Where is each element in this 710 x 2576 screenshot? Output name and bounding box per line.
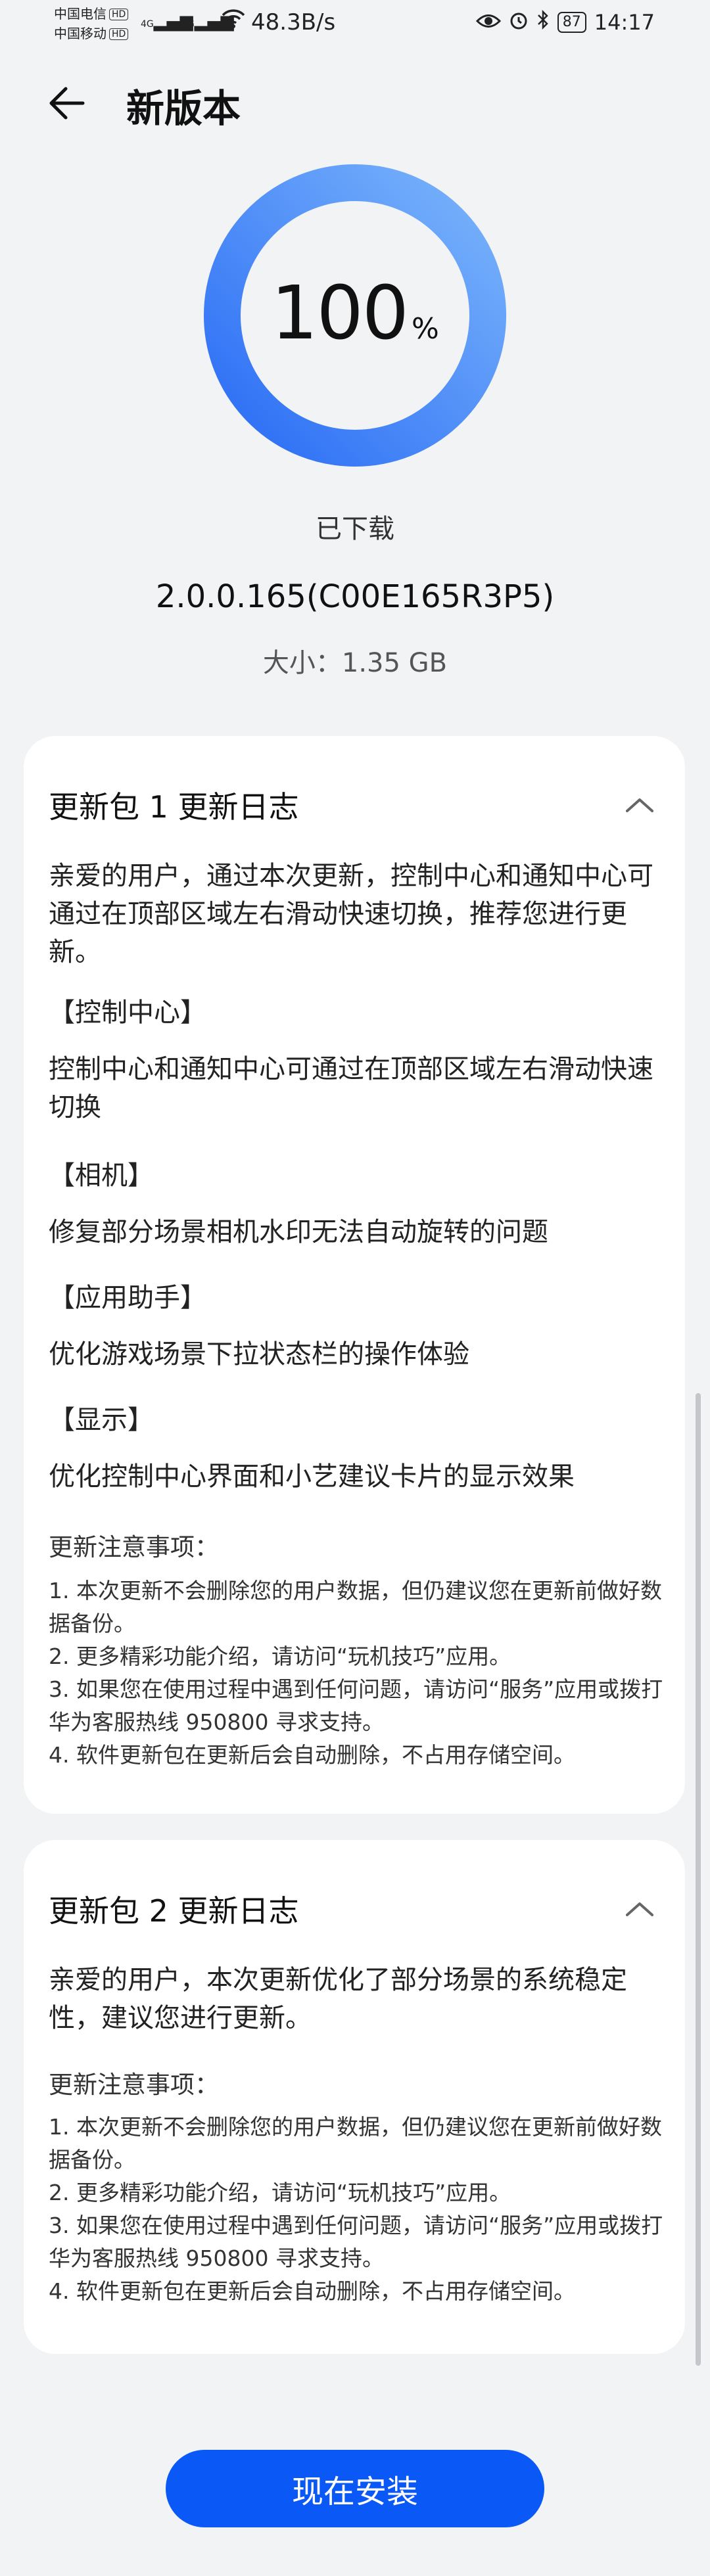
version-number: 2.0.0.165(C00E165R3P5) [155,578,555,615]
note-item: 2. 更多精彩功能介绍，请访问“玩机技巧”应用。 [49,2180,511,2205]
note-item: 1. 本次更新不会删除您的用户数据，但仍建议您在更新前做好数据备份。 [49,2114,662,2173]
card-title: 更新包 1 更新日志 [49,789,299,825]
note-item: 2. 更多精彩功能介绍，请访问“玩机技巧”应用。 [49,1644,511,1669]
download-status: 已下载 [316,514,394,544]
install-now-button[interactable]: 现在安装 [166,2450,544,2527]
section-heading: 【相机】 [49,1161,154,1191]
notes-list: 1. 本次更新不会删除您的用户数据，但仍建议您在更新前做好数据备份。 2. 更多… [49,1575,664,1772]
hd-badge: HD [109,9,129,20]
percent-symbol: % [411,312,439,346]
note-item: 3. 如果您在使用过程中遇到任何问题，请访问“服务”应用或拨打华为客服热线 95… [49,2213,663,2271]
status-icons: 87 14:17 [475,9,655,35]
section-heading: 【控制中心】 [49,998,206,1028]
carrier-1: 中国电信 [54,6,106,22]
alarm-icon [509,9,529,35]
hd-badge: HD [109,28,129,40]
notes-list: 1. 本次更新不会删除您的用户数据，但仍建议您在更新前做好数据备份。 2. 更多… [49,2111,664,2308]
progress-percent: 100% [202,271,508,356]
wifi-icon [221,8,246,34]
update-intro: 亲爱的用户，本次更新优化了部分场景的系统稳定性，建议您进行更新。 [49,1965,627,2033]
note-item: 4. 软件更新包在更新后会自动删除，不占用存储空间。 [49,2278,575,2304]
note-item: 3. 如果您在使用过程中遇到任何问题，请访问“服务”应用或拨打华为客服热线 95… [49,1676,663,1735]
eye-icon [475,10,501,35]
notes-title: 更新注意事项： [49,2071,219,2099]
carrier-info: 中国电信 HD 中国移动 HD [54,4,129,43]
section-body: 控制中心和通知中心可通过在顶部区域左右滑动快速切换 [49,1054,653,1122]
status-bar: 中国电信 HD 中国移动 HD 4G▂▄▆ 4G▂▄▆ 48.3B/s 87 14:… [0,0,710,47]
note-item: 1. 本次更新不会删除您的用户数据，但仍建议您在更新前做好数据备份。 [49,1578,662,1636]
section-body: 修复部分场景相机水印无法自动旋转的问题 [49,1217,548,1247]
time: 14:17 [594,10,655,35]
chevron-up-icon[interactable] [623,795,656,815]
section-heading: 【应用助手】 [49,1283,206,1313]
section-body: 优化控制中心界面和小艺建议卡片的显示效果 [49,1461,575,1492]
chevron-up-icon[interactable] [623,1899,656,1919]
package-size: 大小：1.35 GB [262,648,448,678]
note-item: 4. 软件更新包在更新后会自动删除，不占用存储空间。 [49,1742,575,1768]
update-intro: 亲爱的用户，通过本次更新，控制中心和通知中心可通过在顶部区域左右滑动快速切换，推… [49,861,653,967]
changelog-card-2: 更新包 2 更新日志 亲爱的用户，本次更新优化了部分场景的系统稳定性，建议您进行… [24,1840,685,2354]
net-speed: 48.3B/s [251,9,336,35]
carrier-2: 中国移动 [54,26,106,41]
battery-icon: 87 [557,12,586,33]
back-arrow-icon[interactable] [46,80,92,126]
scrollbar[interactable] [696,1393,701,2366]
card-title: 更新包 2 更新日志 [49,1893,299,1929]
section-heading: 【显示】 [49,1405,154,1435]
page-title: 新版本 [126,86,241,131]
changelog-card-1: 更新包 1 更新日志 亲爱的用户，通过本次更新，控制中心和通知中心可通过在顶部区… [24,736,685,1814]
section-body: 优化游戏场景下拉状态栏的操作体验 [49,1339,469,1369]
percent-value: 100 [271,271,409,356]
notes-title: 更新注意事项： [49,1533,219,1561]
bluetooth-icon [536,9,550,35]
